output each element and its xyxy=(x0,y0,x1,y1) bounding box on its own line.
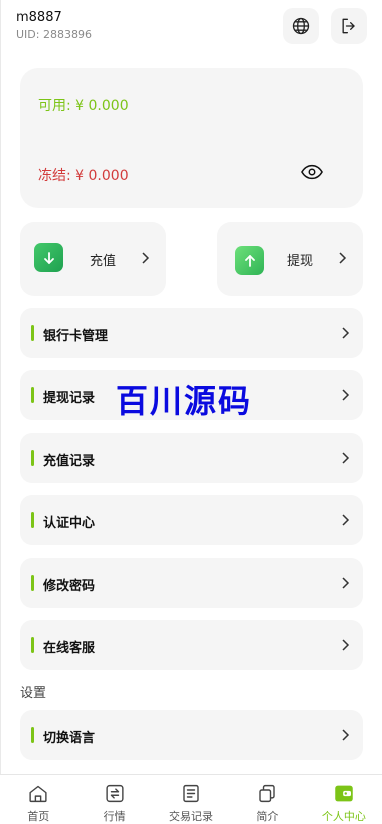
copy-icon xyxy=(259,784,276,803)
chevron-right-icon xyxy=(342,452,350,464)
left-border xyxy=(0,0,1,824)
menu-label: 银行卡管理 xyxy=(43,329,109,344)
menu-item-bank-card[interactable]: 银行卡管理 xyxy=(20,308,363,358)
tab-market[interactable]: 行情 xyxy=(76,775,152,824)
menu-item-verification-center[interactable]: 认证中心 xyxy=(20,495,363,545)
menu-label: 认证中心 xyxy=(43,516,96,531)
document-icon xyxy=(183,784,199,803)
frozen-balance: 冻结: ¥ 0.000 xyxy=(38,168,129,184)
menu-label: 在线客服 xyxy=(43,641,96,656)
chevron-right-icon xyxy=(342,729,350,741)
recharge-label: 充值 xyxy=(90,254,117,269)
exchange-icon xyxy=(106,784,124,803)
accent-bar xyxy=(31,727,34,743)
chevron-right-icon xyxy=(339,252,347,264)
header: m8887 UID: 2883896 xyxy=(0,0,382,56)
chevron-right-icon xyxy=(342,577,350,589)
recharge-button[interactable]: 充值 xyxy=(20,222,166,296)
eye-icon[interactable] xyxy=(301,164,323,180)
withdraw-label: 提现 xyxy=(287,254,314,269)
logout-button[interactable] xyxy=(331,8,367,44)
accent-bar xyxy=(31,512,34,528)
withdraw-button[interactable]: 提现 xyxy=(217,222,363,296)
accent-bar xyxy=(31,387,34,403)
chevron-right-icon xyxy=(342,514,350,526)
globe-icon xyxy=(292,17,310,35)
menu-label: 提现记录 xyxy=(43,391,96,406)
wallet-icon xyxy=(335,785,353,802)
balance-card: 可用: ¥ 0.000 冻结: ¥ 0.000 xyxy=(20,68,363,208)
chevron-right-icon xyxy=(342,389,350,401)
tab-label: 行情 xyxy=(103,810,126,823)
menu-label: 修改密码 xyxy=(43,579,96,594)
accent-bar xyxy=(31,450,34,466)
settings-section-title: 设置 xyxy=(20,686,47,701)
tab-trade-records[interactable]: 交易记录 xyxy=(153,775,229,824)
available-balance: 可用: ¥ 0.000 xyxy=(38,98,129,114)
tab-label: 个人中心 xyxy=(321,810,366,823)
tab-label: 首页 xyxy=(27,810,50,823)
chevron-right-icon xyxy=(342,327,350,339)
tab-label: 简介 xyxy=(256,810,279,823)
menu-label: 充值记录 xyxy=(43,454,96,469)
tab-intro[interactable]: 简介 xyxy=(229,775,305,824)
menu-item-change-password[interactable]: 修改密码 xyxy=(20,558,363,608)
chevron-right-icon xyxy=(342,639,350,651)
username: m8887 xyxy=(16,10,62,25)
tab-home[interactable]: 首页 xyxy=(0,775,76,824)
bottom-tab-bar: 首页 行情 交易记录 简介 个人中心 xyxy=(0,774,382,824)
logout-icon xyxy=(342,18,355,34)
accent-bar xyxy=(31,575,34,591)
arrow-down-icon xyxy=(34,243,63,272)
chevron-right-icon xyxy=(142,252,150,264)
accent-bar xyxy=(31,325,34,341)
tab-label: 交易记录 xyxy=(169,810,214,823)
arrow-up-icon xyxy=(235,246,264,275)
menu-item-recharge-records[interactable]: 充值记录 xyxy=(20,433,363,483)
home-icon xyxy=(29,785,47,803)
menu-item-switch-language[interactable]: 切换语言 xyxy=(20,710,363,760)
watermark: 百川源码 xyxy=(116,382,253,420)
tab-profile[interactable]: 个人中心 xyxy=(306,775,382,824)
accent-bar xyxy=(31,637,34,653)
menu-item-online-support[interactable]: 在线客服 xyxy=(20,620,363,670)
language-button[interactable] xyxy=(283,8,319,44)
menu-label: 切换语言 xyxy=(43,731,96,746)
user-id: UID: 2883896 xyxy=(16,28,92,41)
